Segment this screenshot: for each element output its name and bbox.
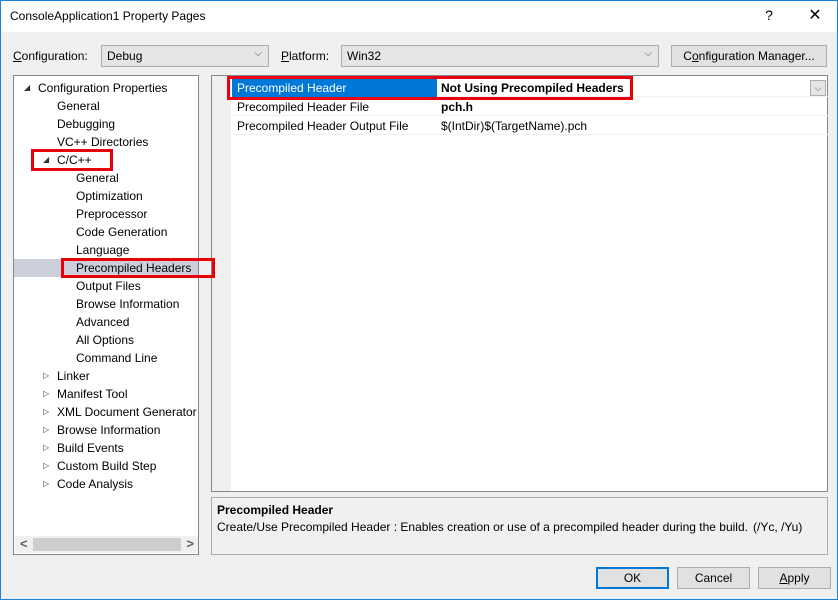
tree-item-label: XML Document Generator: [57, 405, 197, 419]
tree-item[interactable]: Advanced: [14, 313, 198, 331]
description-panel: Precompiled Header Create/Use Precompile…: [211, 497, 828, 555]
chevron-down-icon: ⌵: [254, 48, 262, 59]
property-name: Precompiled Header: [232, 79, 437, 97]
scrollbar-thumb[interactable]: [33, 538, 181, 551]
platform-select[interactable]: Win32 ⌵: [341, 45, 659, 67]
property-value[interactable]: pch.h: [437, 98, 827, 116]
configuration-label: Configuration:: [13, 49, 88, 63]
tree-item-label: Code Generation: [76, 225, 168, 239]
tree-item[interactable]: ▷ Code Analysis: [14, 475, 198, 493]
tree-item-label: Custom Build Step: [57, 459, 157, 473]
tree-item-label: Output Files: [76, 279, 141, 293]
chevron-down-icon: ⌵: [644, 48, 652, 59]
tree-item[interactable]: ◢ Configuration Properties: [14, 79, 198, 97]
collapse-arrow-icon[interactable]: ◢: [43, 151, 49, 169]
tree-item[interactable]: Debugging: [14, 115, 198, 133]
horizontal-scrollbar[interactable]: < >: [15, 536, 198, 553]
description-heading: Precompiled Header: [217, 503, 334, 517]
tree-item-label: Browse Information: [76, 297, 180, 311]
expand-arrow-icon[interactable]: ▷: [43, 439, 49, 457]
tree-item-label: VC++ Directories: [57, 135, 149, 149]
tree-item[interactable]: Command Line: [14, 349, 198, 367]
title-bar: ConsoleApplication1 Property Pages ? ✕: [1, 1, 837, 32]
tree-item-label: C/C++: [57, 153, 92, 167]
description-text: Create/Use Precompiled Header : Enables …: [217, 520, 748, 534]
expand-arrow-icon[interactable]: ▷: [43, 385, 49, 403]
property-row[interactable]: Precompiled Header Output File $(IntDir)$…: [232, 117, 828, 135]
tree-item[interactable]: Code Generation: [14, 223, 198, 241]
tree-item[interactable]: ▷ XML Document Generator: [14, 403, 198, 421]
tree-item-label: Advanced: [76, 315, 130, 329]
property-value[interactable]: Not Using Precompiled Headers: [437, 79, 827, 97]
apply-button[interactable]: Apply: [758, 567, 831, 589]
tree-item-label: Build Events: [57, 441, 124, 455]
tree-item-label: Precompiled Headers: [76, 261, 192, 275]
property-name: Precompiled Header Output File: [237, 119, 409, 133]
tree-item-label: General: [76, 171, 119, 185]
configuration-select[interactable]: Debug ⌵: [101, 45, 269, 67]
description-switches: (/Yc, /Yu): [753, 520, 803, 534]
tree-item-label: Command Line: [76, 351, 158, 365]
tree-item-label: Language: [76, 243, 130, 257]
tree-item[interactable]: General: [14, 169, 198, 187]
tree-item[interactable]: Optimization: [14, 187, 198, 205]
tree-item[interactable]: All Options: [14, 331, 198, 349]
configuration-manager-button[interactable]: Configuration Manager...: [671, 45, 827, 67]
expand-arrow-icon[interactable]: ▷: [43, 457, 49, 475]
property-name: Precompiled Header File: [237, 100, 370, 114]
tree-item[interactable]: ▷ Browse Information: [14, 421, 198, 439]
property-grid: Precompiled Header Not Using Precompiled …: [211, 75, 828, 492]
tree-item[interactable]: ▷ Build Events: [14, 439, 198, 457]
tree-item-label: Manifest Tool: [57, 387, 128, 401]
tree-item-label: Configuration Properties: [38, 81, 168, 95]
property-row[interactable]: Precompiled Header File pch.h: [232, 98, 828, 116]
expand-arrow-icon[interactable]: ▷: [43, 475, 49, 493]
expand-arrow-icon[interactable]: ▷: [43, 367, 49, 385]
tree-item[interactable]: VC++ Directories: [14, 133, 198, 151]
ok-button[interactable]: OK: [596, 567, 669, 589]
scroll-left-icon[interactable]: <: [20, 536, 28, 551]
tree-item-label: Optimization: [76, 189, 143, 203]
tree-item-label: General: [57, 99, 100, 113]
tree-item-label: Linker: [57, 369, 90, 383]
tree-item-label: Preprocessor: [76, 207, 148, 221]
platform-label: Platform:: [281, 49, 330, 63]
help-button[interactable]: ?: [759, 7, 779, 27]
grid-gutter: [212, 76, 231, 491]
expand-arrow-icon[interactable]: ▷: [43, 403, 49, 421]
tree-item[interactable]: ▷ Manifest Tool: [14, 385, 198, 403]
tree-item-label: Code Analysis: [57, 477, 134, 491]
value-dropdown-button[interactable]: ⌵: [810, 80, 826, 96]
tree-item[interactable]: Preprocessor: [14, 205, 198, 223]
window-title: ConsoleApplication1 Property Pages: [10, 9, 206, 23]
tree-item[interactable]: ▷ Linker: [14, 367, 198, 385]
cancel-button[interactable]: Cancel: [677, 567, 750, 589]
tree-item[interactable]: Browse Information: [14, 295, 198, 313]
tree-item-label: All Options: [76, 333, 135, 347]
close-button[interactable]: ✕: [803, 5, 827, 27]
scroll-right-icon[interactable]: >: [186, 536, 194, 551]
tree-item[interactable]: ◢ C/C++: [14, 151, 198, 169]
property-value[interactable]: $(IntDir)$(TargetName).pch: [437, 117, 827, 135]
property-pages-dialog: ConsoleApplication1 Property Pages ? ✕ C…: [0, 0, 838, 600]
collapse-arrow-icon[interactable]: ◢: [24, 79, 30, 97]
tree-item-label: Debugging: [57, 117, 116, 131]
chevron-down-icon: ⌵: [814, 83, 822, 93]
close-icon: ✕: [808, 7, 822, 24]
property-tree[interactable]: ▷ Code Analysis ▷ Custom Build Step ▷ Build E…: [13, 75, 199, 555]
tree-item[interactable]: Precompiled Headers: [14, 259, 198, 277]
tree-item[interactable]: Language: [14, 241, 198, 259]
expand-arrow-icon[interactable]: ▷: [43, 421, 49, 439]
property-row[interactable]: Precompiled Header Not Using Precompiled …: [232, 79, 828, 97]
tree-item[interactable]: General: [14, 97, 198, 115]
tree-item[interactable]: Output Files: [14, 277, 198, 295]
tree-item[interactable]: ▷ Custom Build Step: [14, 457, 198, 475]
tree-item-label: Browse Information: [57, 423, 161, 437]
